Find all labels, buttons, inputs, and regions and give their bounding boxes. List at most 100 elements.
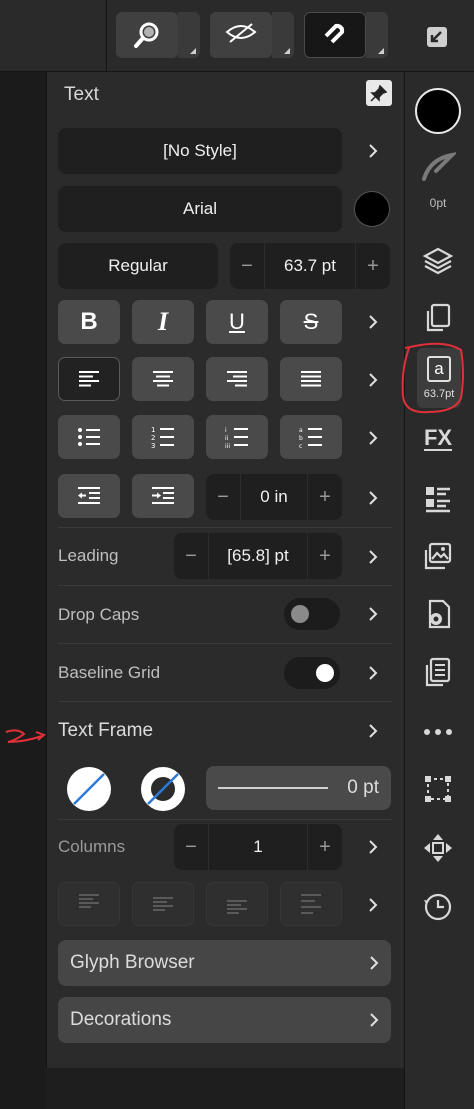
indent-decrement[interactable]: − (206, 486, 240, 509)
columns-label: Columns (58, 837, 126, 856)
align-right-button[interactable] (206, 357, 268, 401)
chevron-right-icon (369, 550, 378, 564)
outdent-button[interactable] (58, 474, 120, 518)
format-chevron-button[interactable] (362, 310, 384, 334)
chevron-right-icon (369, 666, 378, 680)
document-settings-button[interactable] (417, 593, 459, 635)
paragraph-style-select[interactable]: [No Style] (58, 128, 342, 174)
layers-button[interactable] (417, 240, 459, 282)
font-color-swatch[interactable] (354, 191, 390, 227)
numbered-list-button[interactable]: 123 (132, 415, 194, 459)
image-panel-button[interactable] (417, 535, 459, 577)
pages-button[interactable] (417, 297, 459, 339)
stroke-width-value: 0 pt (347, 777, 379, 798)
vertical-align-top-button[interactable] (58, 882, 120, 926)
strikethrough-button[interactable]: S (280, 300, 342, 344)
letter-list-button[interactable]: abc (280, 415, 342, 459)
font-size-value[interactable]: 63.7 pt (264, 243, 356, 289)
canvas-strip (0, 72, 46, 1109)
leading-increment[interactable]: + (308, 545, 342, 568)
fill-color-swatch[interactable] (415, 88, 461, 134)
indent-button[interactable] (132, 474, 194, 518)
columns-chevron-button[interactable] (362, 835, 384, 859)
decorations-label: Decorations (70, 1009, 172, 1030)
columns-decrement[interactable]: − (174, 836, 208, 859)
font-size-decrement[interactable]: − (230, 255, 264, 278)
expand-button[interactable] (424, 24, 450, 50)
columns-increment[interactable]: + (308, 836, 342, 859)
document-panel-button[interactable] (417, 651, 459, 693)
frame-fill-swatch[interactable] (66, 766, 112, 812)
stroke-button[interactable] (417, 146, 459, 188)
align-left-icon (79, 371, 99, 387)
vertical-align-center-button[interactable] (132, 882, 194, 926)
align-right-icon (227, 371, 247, 387)
vertical-align-bottom-button[interactable] (206, 882, 268, 926)
zoom-dropdown-button[interactable] (178, 12, 200, 58)
indent-chevron-button[interactable] (362, 486, 384, 510)
leading-value[interactable]: [65.8] pt (208, 533, 308, 579)
font-weight-select[interactable]: Regular (58, 243, 218, 289)
panel-title: Text (64, 84, 99, 105)
italic-icon: I (157, 307, 169, 336)
numbered-list-icon: 123 (151, 426, 174, 449)
svg-text:2: 2 (151, 434, 155, 442)
svg-text:ii: ii (225, 435, 229, 442)
italic-button[interactable]: I (132, 300, 194, 344)
roman-list-button[interactable]: i ii iii (206, 415, 268, 459)
justify-button[interactable] (280, 357, 342, 401)
stroke-width-slider[interactable]: 0 pt (206, 766, 391, 810)
chevron-right-icon (369, 898, 378, 912)
stroke-brush-icon (422, 152, 456, 181)
align-panel-button[interactable] (417, 478, 459, 520)
align-center-button[interactable] (132, 357, 194, 401)
baseline-grid-toggle[interactable] (284, 657, 340, 689)
snapping-button[interactable] (304, 12, 366, 58)
bullet-list-button[interactable] (58, 415, 120, 459)
dropcaps-chevron-button[interactable] (362, 602, 384, 626)
more-button[interactable] (417, 711, 459, 753)
layers-icon (422, 247, 454, 275)
indent-value[interactable]: 0 in (240, 474, 308, 520)
indent-increment[interactable]: + (308, 486, 342, 509)
snapping-dropdown-button[interactable] (366, 12, 388, 58)
toggle-knob (291, 605, 309, 623)
svg-text:a: a (299, 427, 303, 434)
chevron-right-icon (370, 1013, 379, 1027)
leading-decrement[interactable]: − (174, 545, 208, 568)
align-left-button[interactable] (58, 357, 120, 401)
transform-button[interactable] (417, 768, 459, 810)
pin-button[interactable] (366, 80, 392, 106)
vertical-align-chevron-button[interactable] (362, 893, 384, 917)
align-center-icon (153, 371, 173, 387)
dropcaps-toggle[interactable] (284, 598, 340, 630)
font-size-increment[interactable]: + (356, 255, 390, 278)
style-chevron-button[interactable] (362, 139, 384, 163)
font-family-select[interactable]: Arial (58, 186, 342, 232)
red-annotation-circle (401, 342, 464, 414)
move-button[interactable] (417, 827, 459, 869)
baseline-chevron-button[interactable] (362, 661, 384, 685)
outdent-icon (78, 487, 100, 504)
view-mode-button[interactable] (210, 12, 272, 58)
bold-button[interactable]: B (58, 300, 120, 344)
justify-icon (301, 371, 321, 387)
text-frame-chevron-button[interactable] (362, 719, 384, 743)
columns-value[interactable]: 1 (208, 824, 308, 870)
view-dropdown-button[interactable] (272, 12, 294, 58)
glyph-browser-button[interactable]: Glyph Browser (58, 940, 391, 986)
alignment-chevron-button[interactable] (362, 368, 384, 392)
chevron-right-icon (369, 373, 378, 387)
history-button[interactable] (417, 886, 459, 928)
stroke-width-readout: 0pt (429, 196, 447, 210)
underline-button[interactable]: U (206, 300, 268, 344)
zoom-button[interactable] (116, 12, 178, 58)
decorations-button[interactable]: Decorations (58, 997, 391, 1043)
vertical-justify-button[interactable] (280, 882, 342, 926)
chevron-right-icon (369, 607, 378, 621)
fx-button[interactable]: FX (417, 418, 459, 460)
list-chevron-button[interactable] (362, 426, 384, 450)
frame-stroke-swatch[interactable] (140, 766, 186, 812)
divider (58, 701, 392, 702)
leading-chevron-button[interactable] (362, 545, 384, 569)
